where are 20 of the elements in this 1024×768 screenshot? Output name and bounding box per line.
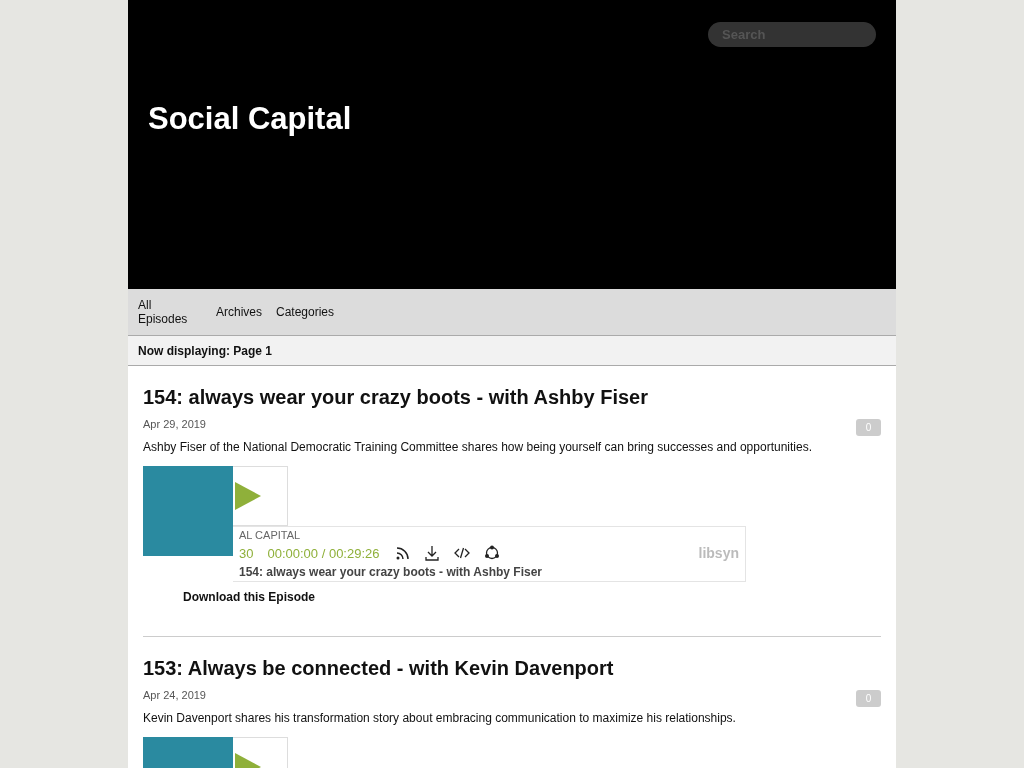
embed-icon[interactable] bbox=[453, 545, 470, 561]
episode-title[interactable]: 153: Always be connected - with Kevin Davenport bbox=[143, 657, 881, 680]
page-status: Now displaying: Page 1 bbox=[138, 343, 273, 358]
time-display: 00:00:00 / 00:29:26 bbox=[267, 545, 380, 561]
nav-link[interactable]: Categories bbox=[276, 305, 335, 319]
brand-logo: libsyn bbox=[698, 545, 739, 561]
episode-date: Apr 29, 2019 bbox=[143, 417, 206, 430]
show-name: AL CAPITAL bbox=[239, 529, 302, 541]
podcast-title: Social Capital bbox=[148, 101, 353, 137]
player-episode-title: 154: always wear your crazy boots - with Ashby Fiser bbox=[239, 565, 543, 579]
play-icon bbox=[233, 481, 263, 511]
nav-link[interactable]: Archives bbox=[216, 305, 262, 319]
download-link[interactable]: Download this Episode bbox=[183, 590, 881, 604]
share-icon[interactable] bbox=[483, 545, 500, 561]
nav-link[interactable]: All Episodes bbox=[138, 298, 188, 326]
episode-description: Kevin Davenport shares his transformation story about embracing communication to maximize his relationships. bbox=[143, 711, 737, 725]
episode-date: Apr 24, 2019 bbox=[143, 688, 206, 701]
episode-title[interactable]: 154: always wear your crazy boots - with Ashby Fiser bbox=[143, 386, 881, 409]
episode-description: Ashby Fiser of the National Democratic Training Committee shares how being yourself can bring successes and opportunities. bbox=[143, 440, 813, 454]
download-icon[interactable] bbox=[423, 545, 440, 561]
